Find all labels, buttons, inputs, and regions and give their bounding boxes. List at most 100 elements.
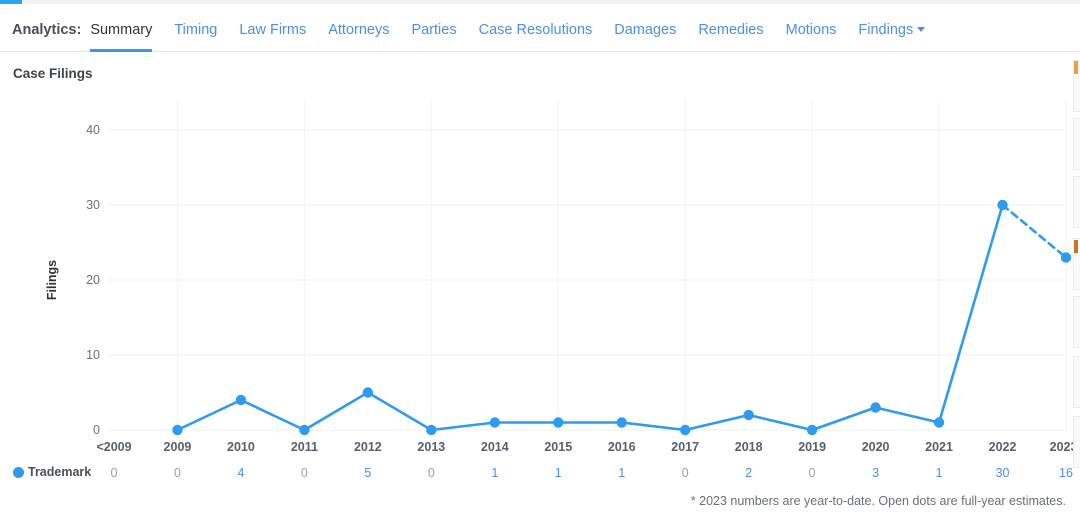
series-value-link[interactable]: 2 xyxy=(745,466,752,480)
nav-tab-law-firms[interactable]: Law Firms xyxy=(239,18,306,49)
x-axis-tick-label: 2011 xyxy=(290,440,318,454)
series-data-point[interactable] xyxy=(362,387,374,398)
vertical-gridlines xyxy=(176,100,1067,430)
y-axis-tick-label: 30 xyxy=(86,198,100,212)
nav-tab-label: Parties xyxy=(411,22,457,38)
horizontal-gridlines xyxy=(108,129,1066,431)
series-value-link[interactable]: 30 xyxy=(996,466,1010,480)
series-data-point[interactable] xyxy=(489,417,500,428)
nav-tab-motions[interactable]: Motions xyxy=(786,18,837,49)
series-data-point[interactable] xyxy=(806,424,818,436)
x-axis-tick-label: 2015 xyxy=(544,440,573,454)
right-panel-card-5[interactable] xyxy=(1073,296,1080,348)
x-axis-tick-label: 2014 xyxy=(480,440,509,454)
analytics-nav: Analytics: Summary Timing Law Firms Attorne… xyxy=(0,18,1080,52)
right-panel-card-2[interactable] xyxy=(1073,118,1080,170)
series-data-point[interactable] xyxy=(172,424,183,436)
y-axis-tick-label: 20 xyxy=(86,273,100,287)
nav-tab-summary[interactable]: Summary xyxy=(90,18,153,52)
nav-tab-parties[interactable]: Parties xyxy=(411,18,456,49)
series-value-link[interactable]: 1 xyxy=(555,466,562,480)
y-axis-title: Filings xyxy=(45,260,59,300)
x-axis-tick-label: 2021 xyxy=(925,440,953,454)
series-value-link[interactable]: 1 xyxy=(618,466,625,480)
x-axis-tick-label: <2009 xyxy=(96,440,132,454)
nav-tab-attorneys[interactable]: Attorneys xyxy=(328,18,389,49)
right-panel-card-7[interactable] xyxy=(1073,416,1080,468)
legend-item-trademark[interactable]: Trademark xyxy=(13,465,91,479)
right-panel-card-6[interactable] xyxy=(1073,356,1080,408)
series-data-point[interactable] xyxy=(680,424,691,436)
nav-tab-label: Remedies xyxy=(698,22,764,38)
series-data-point[interactable] xyxy=(553,417,564,428)
x-axis-tick-label: 2009 xyxy=(163,440,192,454)
right-panel-accent-1 xyxy=(1074,61,1078,74)
nav-tab-timing[interactable]: Timing xyxy=(174,18,217,49)
nav-tab-label: Law Firms xyxy=(239,22,307,38)
x-axis-tick-labels: <2009 2009 2010 2011 2012 2013 2014 2015 2016 201… xyxy=(0,440,1080,462)
analytics-page: Analytics: Summary Timing Law Firms Attorne… xyxy=(0,0,1080,524)
chart-footnote: * 2023 numbers are year-to-date. Open do… xyxy=(690,494,1066,508)
series-value-link[interactable]: 1 xyxy=(491,466,498,480)
nav-tab-label: Motions xyxy=(785,22,837,38)
series-value-row: Trademark 0 0 4 0 5 0 1 1 1 0 2 0 3 1 30 16 xyxy=(0,464,1080,488)
x-axis-tick-label: 2016 xyxy=(607,440,636,454)
series-data-point[interactable] xyxy=(870,402,881,413)
case-filings-chart: 0 10 20 30 40 Filings xyxy=(0,86,1080,446)
y-axis-tick-label: 10 xyxy=(86,348,100,362)
nav-tab-label: Summary xyxy=(90,22,153,38)
x-axis-tick-label: 2022 xyxy=(988,440,1017,454)
series-value-link[interactable]: 1 xyxy=(936,466,943,480)
page-loading-bar xyxy=(0,0,1080,4)
y-axis-tick-label: 40 xyxy=(86,123,100,137)
x-axis-tick-label: 2018 xyxy=(734,440,763,454)
series-value-cell: 0 xyxy=(808,466,816,480)
case-filings-chart-svg: 0 10 20 30 40 Filings xyxy=(45,100,1072,437)
series-trademark-points xyxy=(172,199,1072,436)
series-value-cell: 0 xyxy=(173,466,181,480)
legend-item-label: Trademark xyxy=(28,465,92,479)
series-data-point[interactable] xyxy=(299,424,310,436)
nav-tab-label: Case Resolutions xyxy=(478,22,593,38)
page-loading-bar-fill xyxy=(0,0,22,4)
nav-tab-label: Attorneys xyxy=(328,22,390,38)
series-value-link[interactable]: 5 xyxy=(364,466,371,480)
series-data-point[interactable] xyxy=(743,409,754,421)
nav-tab-damages[interactable]: Damages xyxy=(614,18,676,49)
series-value-link[interactable]: 4 xyxy=(237,466,244,480)
y-axis-tick-label: 0 xyxy=(93,423,100,437)
nav-tab-case-resolutions[interactable]: Case Resolutions xyxy=(479,18,593,49)
series-data-point[interactable] xyxy=(235,394,247,406)
y-axis-tick-labels: 0 10 20 30 40 xyxy=(86,123,100,437)
x-axis-tick-label: 2019 xyxy=(798,440,827,454)
analytics-nav-label: Analytics: xyxy=(12,22,82,38)
series-value-link[interactable]: 16 xyxy=(1059,466,1073,480)
x-axis-tick-label: 2012 xyxy=(353,440,382,454)
series-data-point[interactable] xyxy=(1060,252,1072,263)
series-data-point[interactable] xyxy=(933,417,945,428)
series-value-cell: 0 xyxy=(681,466,689,480)
legend-dot-icon xyxy=(13,466,24,478)
nav-tab-label: Timing xyxy=(174,22,218,38)
right-panel-clipped xyxy=(1073,56,1080,476)
x-axis-tick-label: 2017 xyxy=(671,440,700,454)
right-panel-accent-2 xyxy=(1074,240,1078,253)
nav-tab-findings[interactable]: Findings xyxy=(858,18,926,49)
nav-tab-remedies[interactable]: Remedies xyxy=(698,18,763,49)
nav-tab-label: Damages xyxy=(614,22,677,38)
right-panel-card-3[interactable] xyxy=(1073,176,1080,228)
page-title: Case Filings xyxy=(13,66,93,81)
nav-tab-label: Findings xyxy=(858,22,914,38)
series-value-cell: 0 xyxy=(427,466,435,480)
series-data-point[interactable] xyxy=(426,424,437,436)
series-value-link[interactable]: 3 xyxy=(872,466,879,480)
x-axis-tick-label: 2013 xyxy=(417,440,446,454)
series-data-point[interactable] xyxy=(997,199,1008,211)
series-value-cell: 0 xyxy=(300,466,308,480)
series-value-cell: 0 xyxy=(110,466,118,480)
x-axis-tick-label: 2020 xyxy=(861,440,890,454)
chevron-down-icon xyxy=(917,27,926,32)
x-axis-tick-label: 2010 xyxy=(227,440,255,454)
series-trademark-line xyxy=(176,203,1068,432)
series-data-point[interactable] xyxy=(616,417,627,428)
